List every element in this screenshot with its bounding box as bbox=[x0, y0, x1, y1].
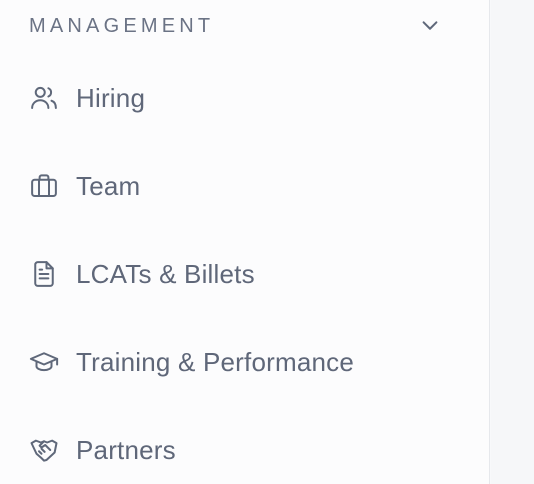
sidebar-item-hiring[interactable]: Hiring bbox=[0, 54, 490, 142]
users-icon bbox=[29, 83, 59, 113]
sidebar: MANAGEMENT Hiring Team LCATs & Billets T… bbox=[0, 0, 490, 484]
sidebar-item-label: LCATs & Billets bbox=[76, 258, 255, 289]
management-section-header[interactable]: MANAGEMENT bbox=[29, 9, 441, 43]
sidebar-item-team[interactable]: Team bbox=[0, 142, 490, 230]
sidebar-item-lcats-billets[interactable]: LCATs & Billets bbox=[0, 230, 490, 318]
sidebar-item-label: Partners bbox=[76, 434, 176, 465]
main-content bbox=[491, 0, 534, 484]
section-title: MANAGEMENT bbox=[29, 14, 215, 37]
handshake-icon bbox=[29, 435, 59, 465]
sidebar-item-label: Training & Performance bbox=[76, 346, 354, 377]
graduation-cap-icon bbox=[29, 347, 59, 377]
sidebar-item-label: Team bbox=[76, 170, 141, 201]
sidebar-item-training-performance[interactable]: Training & Performance bbox=[0, 318, 490, 406]
briefcase-icon bbox=[29, 171, 59, 201]
sidebar-item-partners[interactable]: Partners bbox=[0, 406, 490, 484]
document-icon bbox=[29, 259, 59, 289]
nav-list: Hiring Team LCATs & Billets Training & P… bbox=[0, 54, 490, 484]
sidebar-item-label: Hiring bbox=[76, 82, 146, 113]
chevron-down-icon[interactable] bbox=[419, 15, 441, 37]
